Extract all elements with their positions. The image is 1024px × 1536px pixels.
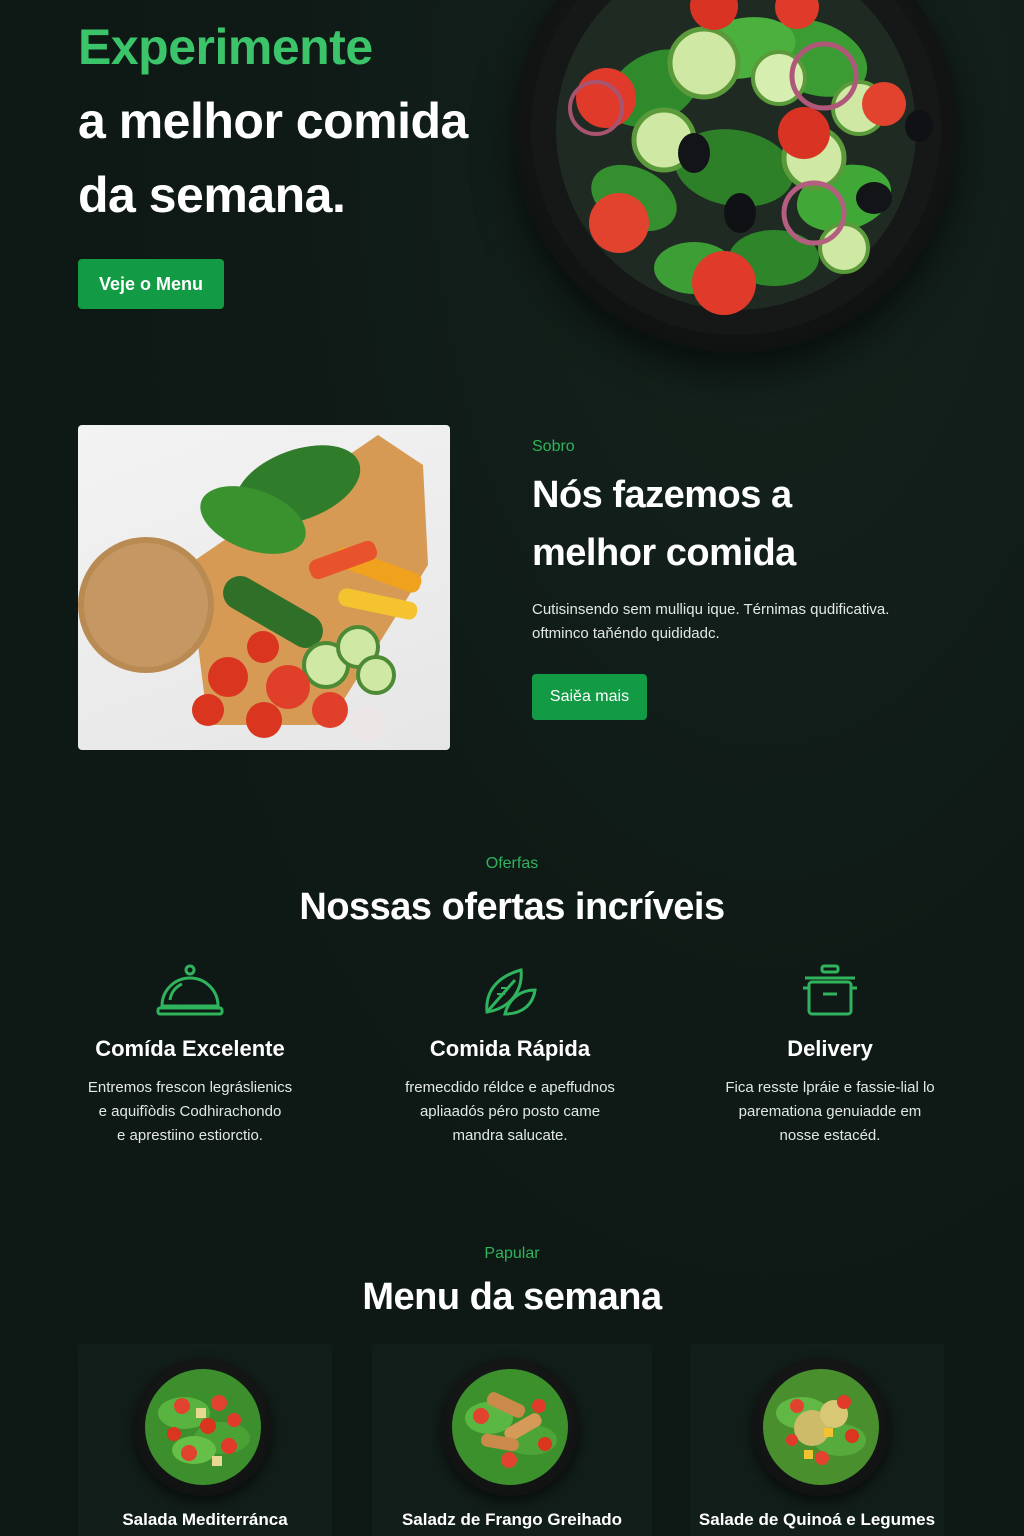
offer-title: Comída Excelente	[95, 1036, 285, 1061]
offer-card-fast-food: Comida Rápida fremecdido réldce e apeffu…	[360, 960, 660, 1148]
offer-description: Entremos frescon legráslienics e aquifîò…	[40, 1076, 340, 1148]
offers-eyebrow: Oferfas	[485, 855, 539, 872]
offer-title: Delivery	[787, 1036, 873, 1061]
offer-description-line: apliaadós péro posto came	[419, 1103, 601, 1120]
menu-item-image	[752, 1358, 890, 1496]
offer-description-line: fremecdido réldce e apeffudnos	[405, 1079, 615, 1096]
view-menu-button[interactable]: Veje o Menu	[78, 259, 224, 309]
menu-card-grilled-chicken-salad[interactable]: Saladz de Frango Greihado	[372, 1344, 652, 1536]
menu-card-quinoa-salad[interactable]: Salade de Quinoá e Legumes	[690, 1344, 944, 1536]
hero-title-accent: Experimente	[78, 19, 373, 75]
menu-item-name: Salada Mediterránca	[122, 1510, 288, 1529]
learn-more-button[interactable]: Saiěa mais	[532, 674, 647, 720]
hero-title-line-2: da semana.	[78, 167, 346, 223]
offer-description-line: paremationa genuiadde em	[738, 1103, 922, 1120]
menu-card-mediterranean-salad[interactable]: Salada Mediterránca	[78, 1344, 332, 1536]
about-text-line-2: oftminco taňéndo quididadc.	[532, 625, 720, 642]
menu-eyebrow: Papular	[484, 1245, 540, 1262]
offer-description-line: e aprestiino estiorctio.	[117, 1127, 263, 1144]
menu-item-name: Salade de Quinoá e Legumes	[698, 1510, 936, 1529]
menu-item-name: Saladz de Frango Greihado	[401, 1510, 623, 1529]
about-text-line-1: Cutisinsendo sem mulliqu ique. Térnimas …	[532, 601, 890, 618]
leaf-icon	[485, 968, 537, 1016]
menu-item-image	[441, 1358, 579, 1496]
offer-description: fremecdido réldce e apeffudnos apliaadós…	[360, 1076, 660, 1148]
about-heading-line-1: Nós fazemos a	[532, 474, 792, 516]
offer-card-excellent-food: Comída Excelente Entremos frescon legrás…	[40, 960, 340, 1148]
cloche-icon	[156, 964, 224, 1016]
hero-salad-image	[514, 0, 958, 352]
menu-item-image	[134, 1358, 272, 1496]
offer-card-delivery: Delivery Fica resste lpráie e fassie-lia…	[680, 960, 980, 1148]
offer-description-line: Entremos frescon legráslienics	[87, 1079, 293, 1096]
offers-title: Nossas ofertas incríveis	[299, 886, 725, 928]
offer-description: Fica resste lpráie e fassie-lial lo pare…	[680, 1076, 980, 1148]
hero-title-line-1: a melhor comida	[78, 93, 468, 149]
about-vegetables-image	[78, 425, 450, 750]
menu-title: Menu da semana	[362, 1276, 662, 1318]
page: Experimente a melhor comida da semana. V…	[0, 0, 1024, 1536]
about-heading-line-2: melhor comida	[532, 532, 796, 574]
about-eyebrow: Sobro	[532, 438, 575, 455]
offer-description-line: Fica resste lpráie e fassie-lial lo	[725, 1079, 935, 1096]
offer-description-line: e aquifîòdis Codhirachondo	[98, 1103, 282, 1120]
offer-title: Comida Rápida	[429, 1036, 591, 1061]
offer-description-line: mandra salucate.	[452, 1127, 568, 1144]
offer-description-line: nosse estacéd.	[779, 1127, 881, 1144]
pot-icon	[803, 964, 857, 1016]
